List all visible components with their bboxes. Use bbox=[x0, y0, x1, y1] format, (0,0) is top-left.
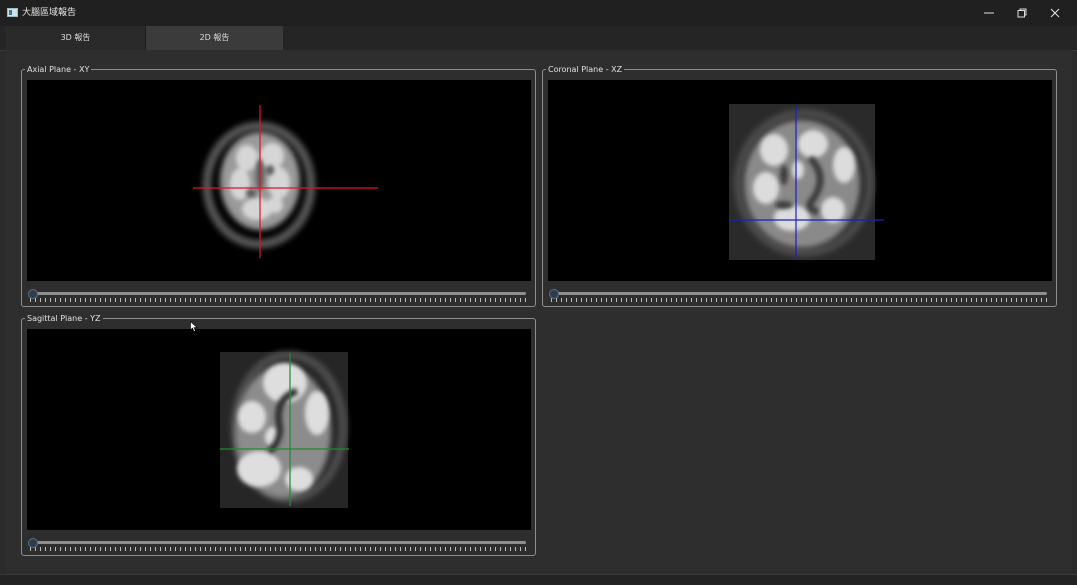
sagittal-viewport[interactable] bbox=[27, 329, 531, 530]
mouse-cursor-icon bbox=[190, 321, 198, 332]
coronal-plane-group: Coronal Plane - XZ bbox=[542, 64, 1057, 307]
axial-viewport[interactable] bbox=[27, 80, 531, 281]
tab-2d-report[interactable]: 2D 報告 bbox=[146, 26, 283, 50]
slider-track bbox=[552, 292, 1047, 295]
coronal-viewport[interactable] bbox=[548, 80, 1052, 281]
slider-ticks bbox=[551, 298, 1047, 302]
slider-handle[interactable] bbox=[549, 289, 559, 299]
slider-track bbox=[31, 541, 526, 544]
slider-ticks bbox=[30, 547, 526, 551]
tab-content-2d: Axial Plane - XY Coronal Plane - XZ Sagi… bbox=[6, 50, 1072, 574]
minimize-button[interactable] bbox=[973, 0, 1005, 26]
restore-button[interactable] bbox=[1006, 0, 1038, 26]
close-icon bbox=[1050, 8, 1060, 18]
tab-3d-report[interactable]: 3D 報告 bbox=[6, 26, 146, 50]
minimize-icon bbox=[984, 12, 994, 14]
sagittal-slice-slider[interactable] bbox=[28, 536, 528, 554]
app-icon bbox=[7, 8, 18, 17]
axial-plane-title: Axial Plane - XY bbox=[25, 64, 92, 75]
axial-plane-group: Axial Plane - XY bbox=[21, 64, 536, 307]
coronal-slice-slider[interactable] bbox=[549, 287, 1049, 305]
sagittal-plane-title: Sagittal Plane - YZ bbox=[25, 313, 103, 324]
title-bar: 大腦區域報告 bbox=[0, 0, 1077, 27]
sagittal-slice-image bbox=[220, 351, 349, 508]
restore-icon bbox=[1017, 8, 1027, 18]
axial-slice-image bbox=[193, 105, 378, 258]
slider-track bbox=[31, 292, 526, 295]
coronal-slice-image bbox=[729, 104, 884, 260]
status-bar bbox=[0, 574, 1077, 585]
coronal-plane-title: Coronal Plane - XZ bbox=[546, 64, 625, 75]
tab-bar: 3D 報告 2D 報告 bbox=[0, 26, 1077, 51]
window-title: 大腦區域報告 bbox=[22, 8, 77, 18]
sagittal-plane-group: Sagittal Plane - YZ bbox=[21, 313, 536, 556]
slider-handle[interactable] bbox=[28, 289, 38, 299]
close-button[interactable] bbox=[1039, 0, 1071, 26]
slider-handle[interactable] bbox=[28, 538, 38, 548]
slider-ticks bbox=[30, 298, 526, 302]
axial-slice-slider[interactable] bbox=[28, 287, 528, 305]
